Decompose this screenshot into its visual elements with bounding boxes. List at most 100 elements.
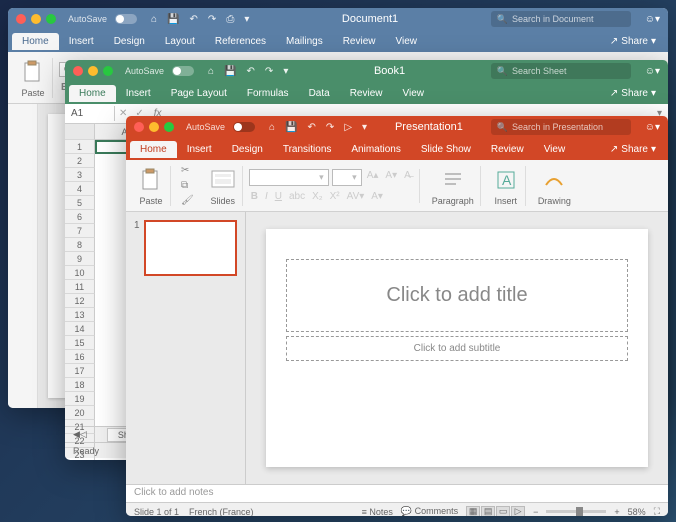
zoom-out-icon[interactable]: − xyxy=(533,507,538,517)
minimize-icon[interactable] xyxy=(149,122,159,132)
account-icon[interactable]: ☺▾ xyxy=(645,14,660,25)
chevron-down-icon[interactable]: ▾ xyxy=(362,122,367,133)
font-size-select[interactable]: ▾ xyxy=(332,169,362,186)
first-sheet-icon[interactable]: ◀ xyxy=(73,429,80,440)
save-icon[interactable]: 💾 xyxy=(167,14,179,25)
share-button[interactable]: ↗Share ▾ xyxy=(610,88,656,99)
row-header[interactable]: 7 xyxy=(65,224,95,238)
insert-icon[interactable]: A xyxy=(493,166,519,194)
row-header[interactable]: 14 xyxy=(65,322,95,336)
language-indicator[interactable]: French (France) xyxy=(189,507,254,517)
zoom-level[interactable]: 58% xyxy=(628,507,646,517)
row-header[interactable]: 11 xyxy=(65,280,95,294)
redo-icon[interactable]: ↷ xyxy=(265,66,273,77)
maximize-icon[interactable] xyxy=(103,66,113,76)
row-header[interactable]: 10 xyxy=(65,266,95,280)
save-icon[interactable]: 💾 xyxy=(285,122,297,133)
minimize-icon[interactable] xyxy=(88,66,98,76)
bold-button[interactable]: B xyxy=(249,190,260,203)
play-icon[interactable]: ▷ xyxy=(344,122,352,133)
chevron-down-icon[interactable]: ▾ xyxy=(244,14,249,25)
row-header[interactable]: 6 xyxy=(65,210,95,224)
superscript-button[interactable]: X² xyxy=(328,190,342,203)
minimize-icon[interactable] xyxy=(31,14,41,24)
row-header[interactable]: 19 xyxy=(65,392,95,406)
strikethrough-button[interactable]: abc xyxy=(287,190,307,203)
font-color-button[interactable]: A▾ xyxy=(369,190,385,203)
row-header[interactable]: 20 xyxy=(65,406,95,420)
thumbnail-preview[interactable] xyxy=(144,220,237,276)
tab-design[interactable]: Design xyxy=(104,33,155,50)
tab-review[interactable]: Review xyxy=(340,85,393,102)
row-header[interactable]: 8 xyxy=(65,238,95,252)
tab-view[interactable]: View xyxy=(392,85,434,102)
drawing-icon[interactable] xyxy=(541,166,567,194)
row-header[interactable]: 12 xyxy=(65,294,95,308)
underline-button[interactable]: U xyxy=(273,190,284,203)
prev-sheet-icon[interactable]: ◁ xyxy=(80,429,87,440)
home-icon[interactable]: ⌂ xyxy=(151,14,157,25)
tab-review[interactable]: Review xyxy=(481,141,534,158)
sorter-view-icon[interactable]: ▤ xyxy=(481,506,495,517)
redo-icon[interactable]: ↷ xyxy=(326,122,334,133)
tab-insert[interactable]: Insert xyxy=(116,85,161,102)
undo-icon[interactable]: ↶ xyxy=(247,66,255,77)
row-header[interactable]: 16 xyxy=(65,350,95,364)
paste-icon[interactable] xyxy=(138,166,164,194)
tab-data[interactable]: Data xyxy=(299,85,340,102)
tab-insert[interactable]: Insert xyxy=(59,33,104,50)
undo-icon[interactable]: ↶ xyxy=(308,122,316,133)
row-header[interactable]: 4 xyxy=(65,182,95,196)
character-spacing-button[interactable]: AV▾ xyxy=(345,190,367,203)
close-icon[interactable] xyxy=(134,122,144,132)
font-family-select[interactable]: ▾ xyxy=(249,169,329,186)
print-icon[interactable]: ⎙ xyxy=(226,14,234,25)
save-icon[interactable]: 💾 xyxy=(224,66,236,77)
italic-button[interactable]: I xyxy=(263,190,270,203)
search-input[interactable]: 🔍Search in Presentation xyxy=(491,119,631,135)
slide[interactable]: Click to add title Click to add subtitle xyxy=(266,229,648,468)
tab-page-layout[interactable]: Page Layout xyxy=(161,85,237,102)
tab-transitions[interactable]: Transitions xyxy=(273,141,342,158)
tab-formulas[interactable]: Formulas xyxy=(237,85,299,102)
zoom-in-icon[interactable]: + xyxy=(614,507,619,517)
tab-home[interactable]: Home xyxy=(69,85,116,102)
row-header[interactable]: 17 xyxy=(65,364,95,378)
decrease-font-icon[interactable]: A▾ xyxy=(383,169,399,186)
undo-icon[interactable]: ↶ xyxy=(190,14,198,25)
share-button[interactable]: ↗Share ▾ xyxy=(610,144,656,155)
account-icon[interactable]: ☺▾ xyxy=(645,66,660,77)
tab-animations[interactable]: Animations xyxy=(341,141,410,158)
autosave-toggle[interactable] xyxy=(172,66,194,76)
title-placeholder[interactable]: Click to add title xyxy=(286,259,628,332)
tab-home[interactable]: Home xyxy=(12,33,59,50)
increase-font-icon[interactable]: A▴ xyxy=(365,169,381,186)
tab-review[interactable]: Review xyxy=(333,33,386,50)
close-icon[interactable] xyxy=(73,66,83,76)
search-input[interactable]: 🔍Search in Document xyxy=(491,11,631,27)
maximize-icon[interactable] xyxy=(46,14,56,24)
row-header[interactable]: 15 xyxy=(65,336,95,350)
zoom-slider[interactable] xyxy=(546,510,606,513)
thumbnail-item[interactable]: 1 xyxy=(134,220,237,276)
tab-view[interactable]: View xyxy=(386,33,428,50)
redo-icon[interactable]: ↷ xyxy=(208,14,216,25)
format-painter-icon[interactable]: 🖌 xyxy=(181,195,194,206)
account-icon[interactable]: ☺▾ xyxy=(645,122,660,133)
search-input[interactable]: 🔍Search Sheet xyxy=(491,63,631,79)
reading-view-icon[interactable]: ▭ xyxy=(496,506,510,517)
autosave-toggle[interactable] xyxy=(115,14,137,24)
chevron-down-icon[interactable]: ▾ xyxy=(283,66,288,77)
home-icon[interactable]: ⌂ xyxy=(208,66,214,77)
tab-slideshow[interactable]: Slide Show xyxy=(411,141,481,158)
new-slide-icon[interactable] xyxy=(210,166,236,194)
copy-icon[interactable]: ⧉ xyxy=(181,180,194,191)
notes-pane[interactable]: Click to add notes xyxy=(126,484,668,502)
row-header[interactable]: 2 xyxy=(65,154,95,168)
name-box[interactable]: A1 xyxy=(65,106,115,121)
subscript-button[interactable]: X₂ xyxy=(310,190,325,203)
tab-references[interactable]: References xyxy=(205,33,276,50)
close-icon[interactable] xyxy=(16,14,26,24)
select-all-corner[interactable] xyxy=(65,124,95,140)
paste-icon[interactable] xyxy=(20,58,46,86)
